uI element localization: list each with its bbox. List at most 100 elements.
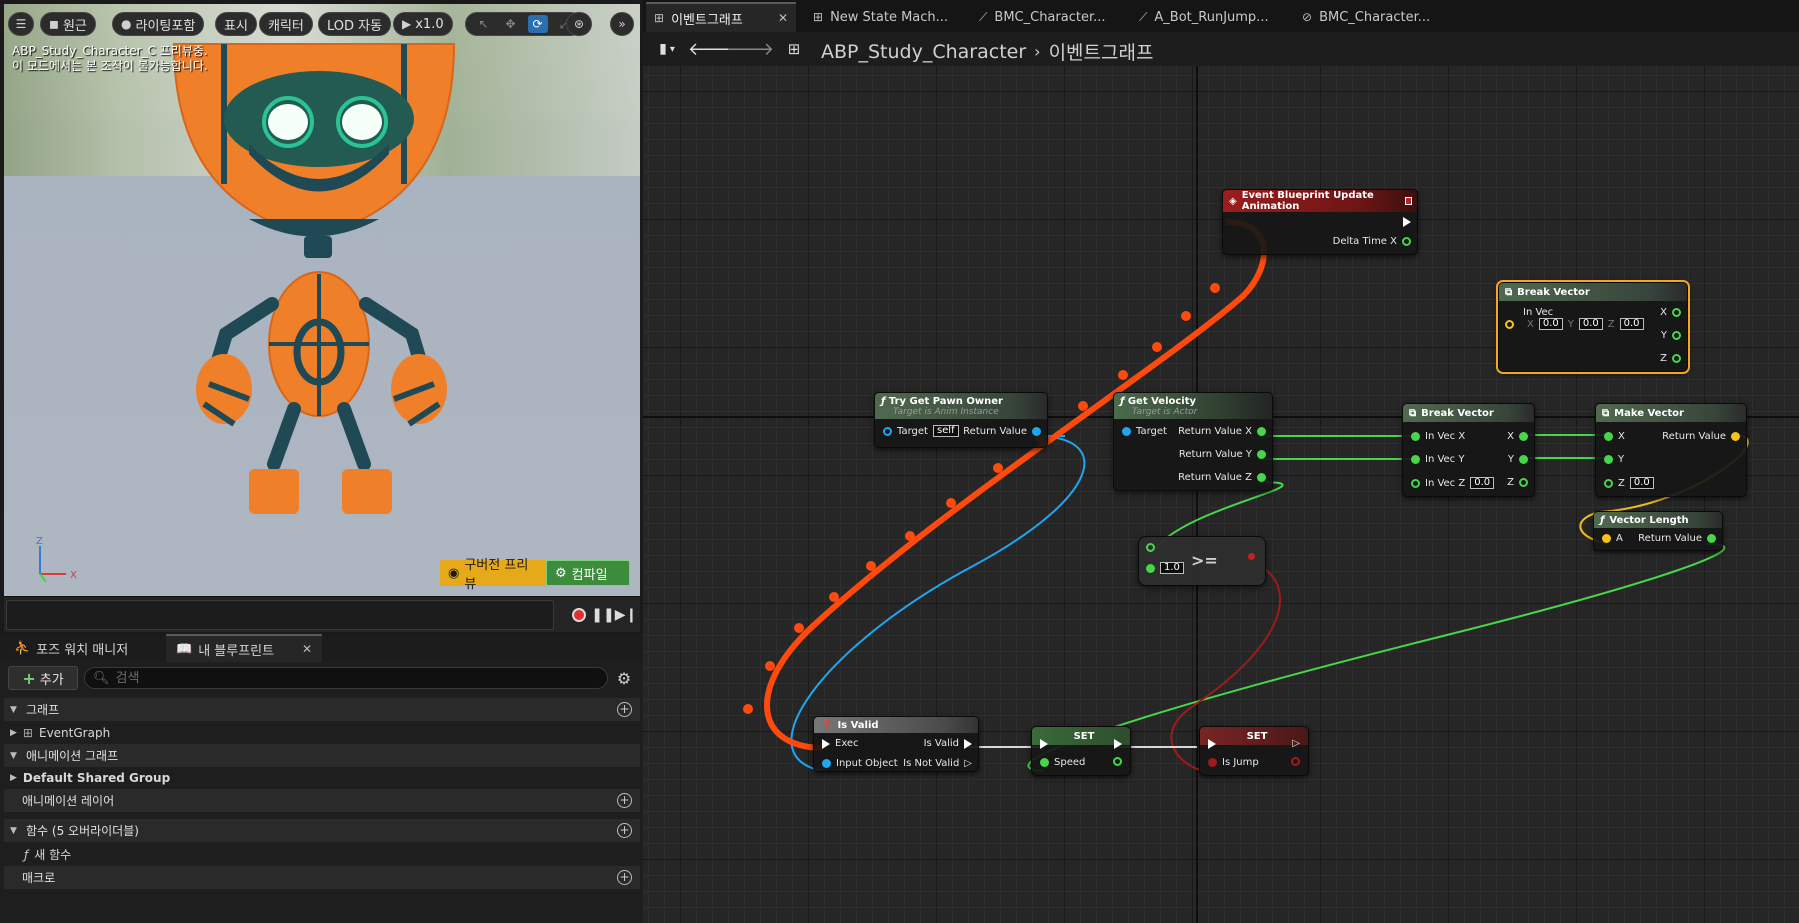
lighting-button[interactable]: ● 라이팅포함: [112, 12, 205, 36]
pin-in-vec-value[interactable]: X 0.0 Y 0.0 Z 0.0: [1505, 318, 1644, 330]
node-try-get-pawn-owner[interactable]: ƒ Try Get Pawn Owner Target is Anim Inst…: [874, 392, 1048, 448]
graph-canvas[interactable]: ◈ Event Blueprint Update Animation Delta…: [643, 66, 1799, 923]
pin-x[interactable]: X: [1604, 431, 1625, 442]
breadcrumb-asset[interactable]: ABP_Study_Character: [821, 41, 1026, 63]
section-anim-layers[interactable]: 애니메이션 레이어 +: [4, 789, 640, 812]
pin-in-y[interactable]: In Vec Y: [1411, 454, 1464, 465]
pin-b[interactable]: 1.0: [1146, 562, 1184, 574]
preview-viewport[interactable]: ☰ ◼ 원근 ● 라이팅포함 표시 캐릭터 LOD 자동 ▶ x1.0 ↖ ✥ …: [4, 4, 640, 596]
node-get-velocity[interactable]: ƒ Get Velocity Target is Actor Target Re…: [1113, 392, 1273, 491]
pin-out-z[interactable]: Z: [1507, 477, 1528, 488]
node-vector-length[interactable]: ƒ Vector Length A Return Value: [1593, 511, 1723, 551]
back-button[interactable]: 🡐: [688, 38, 736, 60]
node-set-is-jump[interactable]: SET ▷ Is Jump: [1199, 726, 1309, 776]
graph-item-eventgraph[interactable]: ▶ ⊞ EventGraph: [4, 721, 640, 744]
forward-button[interactable]: 🡒: [726, 38, 774, 60]
pin-a[interactable]: [1146, 543, 1155, 552]
add-layer-icon[interactable]: +: [617, 793, 632, 808]
pin-out-z[interactable]: Z: [1660, 353, 1681, 364]
pin-exec-out[interactable]: [1403, 217, 1411, 227]
node-make-vector[interactable]: ⧉ Make Vector X Y Z 0.0 Return Value: [1595, 403, 1747, 497]
x-value[interactable]: 0.0: [1538, 318, 1563, 330]
z-value[interactable]: 0.0: [1629, 477, 1654, 489]
b-value[interactable]: 1.0: [1160, 562, 1184, 574]
settings-icon[interactable]: ⚙: [614, 668, 634, 688]
pin-y[interactable]: Y: [1604, 454, 1624, 465]
tab-eventgraph[interactable]: ⊞ 이벤트그래프 ✕: [646, 2, 796, 32]
pin-exec-out[interactable]: [1114, 739, 1122, 749]
y-value[interactable]: 0.0: [1578, 318, 1603, 330]
pin-delta-time[interactable]: Delta Time X: [1333, 236, 1411, 247]
breadcrumb-graph[interactable]: 이벤트그래프: [1049, 38, 1154, 65]
node-set-speed[interactable]: SET Speed: [1031, 726, 1131, 776]
camera-tool-button[interactable]: ⊛: [566, 12, 592, 36]
graph-hierarchy-button[interactable]: ⊞: [781, 38, 807, 60]
pin-exec-out[interactable]: ▷: [1292, 738, 1300, 749]
tab-pose-watch-manager[interactable]: ⛹ 포즈 워치 매니저: [4, 634, 164, 662]
pin-return-value[interactable]: [1248, 553, 1255, 560]
section-functions[interactable]: ▼ 함수 (5 오버라이더블) +: [4, 819, 640, 842]
node-break-vector[interactable]: ⧉ Break Vector In Vec X In Vec Y In Vec …: [1402, 403, 1535, 497]
node-break-vector-selected[interactable]: ⧉ Break Vector In Vec X 0.0 Y 0.0 Z 0.0 …: [1496, 280, 1690, 374]
close-icon[interactable]: ✕: [302, 642, 312, 656]
close-icon[interactable]: ✕: [778, 11, 788, 25]
add-graph-icon[interactable]: +: [617, 702, 632, 717]
pin-return-value[interactable]: Return Value: [963, 426, 1041, 437]
pin-return-z[interactable]: Return Value Z: [1178, 472, 1266, 483]
timeline-track[interactable]: [6, 600, 554, 630]
function-item-new[interactable]: ƒ 새 함수: [4, 843, 640, 866]
show-button[interactable]: 표시: [215, 12, 257, 36]
section-graphs[interactable]: ▼ 그래프 +: [4, 698, 640, 721]
pin-in-vec[interactable]: In Vec: [1509, 307, 1553, 318]
search-input[interactable]: [115, 670, 596, 686]
pin-return-value[interactable]: Return Value: [1638, 533, 1716, 544]
select-tool-icon[interactable]: ↖: [474, 15, 494, 33]
pin-out-y[interactable]: Y: [1508, 454, 1528, 465]
pin-is-jump[interactable]: Is Jump: [1208, 757, 1259, 768]
pin-exec-in[interactable]: [1040, 739, 1048, 749]
pin-in-z[interactable]: In Vec Z 0.0: [1411, 477, 1495, 489]
pause-button[interactable]: ❚❚: [591, 606, 614, 624]
expand-toolbar-button[interactable]: »: [610, 12, 634, 36]
tab-my-blueprint[interactable]: 📖 내 블루프린트 ✕: [166, 634, 322, 662]
pin-a[interactable]: A: [1602, 533, 1623, 544]
tab-bmc-character-2[interactable]: ⊘ BMC_Character...: [1294, 2, 1438, 32]
pin-input-object[interactable]: Input Object: [822, 758, 898, 769]
in-z-value[interactable]: 0.0: [1470, 477, 1495, 489]
pin-in-x[interactable]: In Vec X: [1411, 431, 1465, 442]
pin-speed-out[interactable]: [1113, 757, 1122, 766]
target-value[interactable]: self: [932, 425, 959, 437]
node-greater-equal[interactable]: 1.0 >=: [1138, 536, 1266, 586]
anim-group-default[interactable]: ▶ Default Shared Group: [4, 766, 640, 789]
tab-bot-runjump[interactable]: ⟋ A_Bot_RunJump...: [1131, 2, 1277, 32]
node-event-update-animation[interactable]: ◈ Event Blueprint Update Animation Delta…: [1222, 189, 1418, 255]
pin-out-y[interactable]: Y: [1661, 330, 1681, 341]
pin-z[interactable]: Z 0.0: [1604, 477, 1654, 489]
add-button[interactable]: + 추가: [8, 666, 78, 690]
step-forward-button[interactable]: ▶❙: [615, 606, 638, 624]
tab-state-machine[interactable]: ⊞ New State Mach...: [805, 2, 956, 32]
pin-target[interactable]: Target: [1122, 426, 1167, 437]
section-anim-graphs[interactable]: ▼ 애니메이션 그래프: [4, 744, 640, 767]
play-speed-button[interactable]: ▶ x1.0: [393, 12, 453, 36]
pin-is-not-valid[interactable]: Is Not Valid ▷: [903, 758, 972, 769]
add-macro-icon[interactable]: +: [617, 870, 632, 885]
pin-exec-in[interactable]: [1208, 739, 1216, 749]
record-button[interactable]: [570, 606, 588, 624]
pin-return-x[interactable]: Return Value X: [1178, 426, 1266, 437]
tab-bmc-character-1[interactable]: ⟋ BMC_Character...: [971, 2, 1114, 32]
pin-target[interactable]: Target self: [883, 425, 959, 437]
move-tool-icon[interactable]: ✥: [501, 15, 521, 33]
section-macros[interactable]: 매크로 +: [4, 866, 640, 889]
add-function-icon[interactable]: +: [617, 823, 632, 838]
bookmark-dropdown[interactable]: ▮ ▾: [651, 38, 683, 60]
pin-is-jump-out[interactable]: [1291, 757, 1300, 766]
menu-button[interactable]: ☰: [8, 12, 34, 36]
pin-out-x[interactable]: X: [1507, 431, 1528, 442]
pin-return-y[interactable]: Return Value Y: [1179, 449, 1266, 460]
rotate-tool-icon[interactable]: ⟳: [527, 15, 548, 33]
pin-exec-in[interactable]: Exec: [822, 738, 859, 749]
z-value[interactable]: 0.0: [1619, 318, 1644, 330]
node-is-valid[interactable]: ❓ Is Valid Exec Input Object Is Valid Is…: [813, 716, 979, 772]
pin-out-x[interactable]: X: [1660, 307, 1681, 318]
